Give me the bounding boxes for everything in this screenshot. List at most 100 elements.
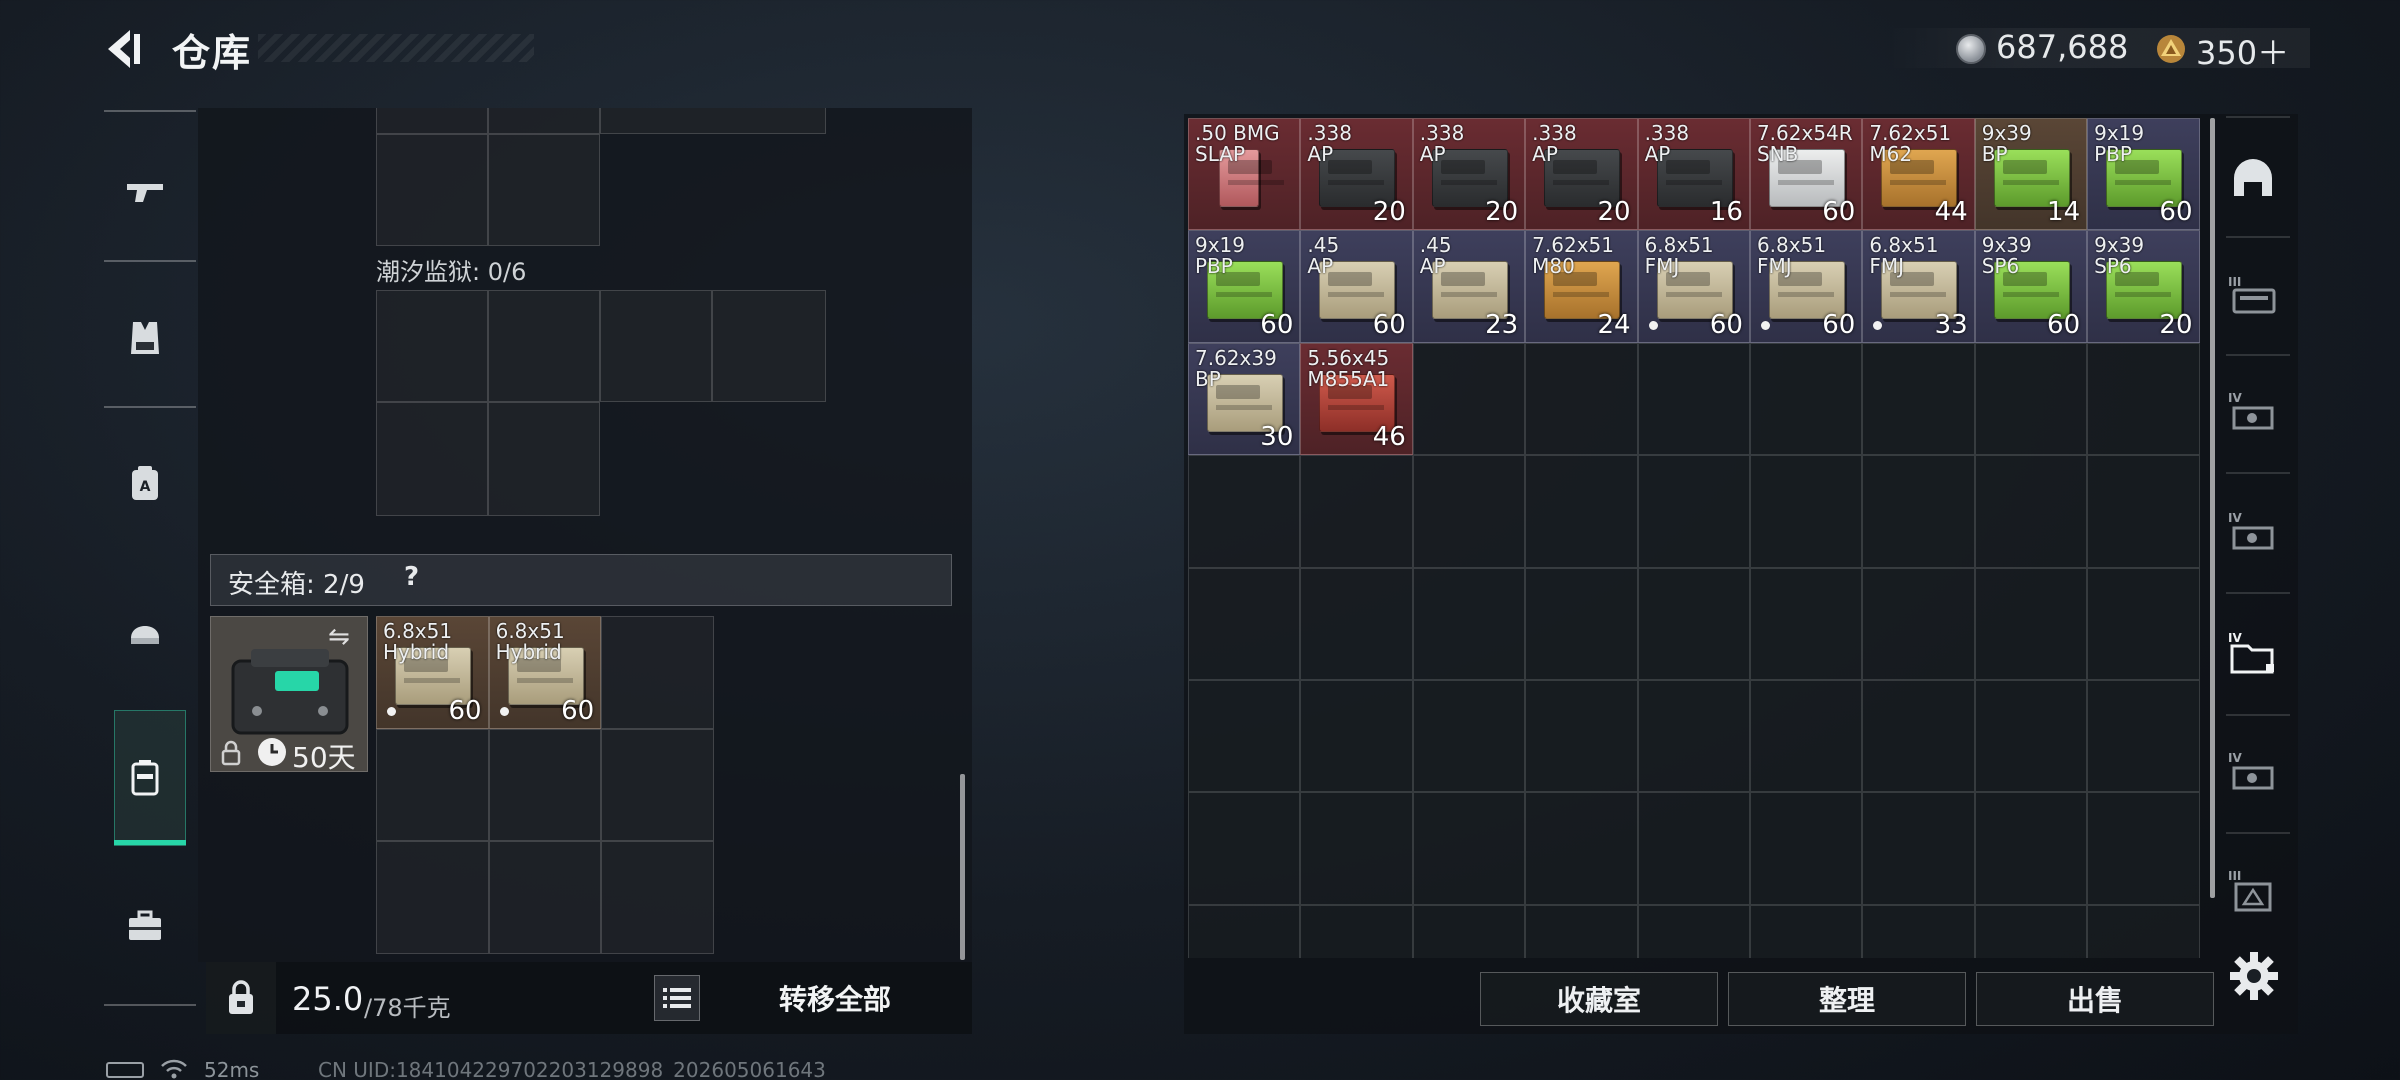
grid-cell[interactable] bbox=[1862, 342, 1975, 456]
sell-button[interactable]: 出售 bbox=[1976, 972, 2214, 1026]
grid-cell[interactable] bbox=[1974, 567, 2088, 680]
grid-cell[interactable] bbox=[1300, 679, 1413, 793]
grid-cell[interactable] bbox=[1412, 342, 1526, 456]
inventory-item[interactable]: 7.62x39 BP 30 bbox=[1188, 342, 1301, 456]
inventory-item[interactable]: 6.8x51 FMJ 60 bbox=[1749, 230, 1863, 343]
inventory-item[interactable]: .338 AP 20 bbox=[1300, 118, 1413, 231]
inventory-item[interactable]: .50 BMG SLAP bbox=[1188, 118, 1301, 231]
scrollbar[interactable] bbox=[960, 774, 965, 960]
sidebar-item-armor[interactable]: III bbox=[2222, 862, 2284, 924]
inventory-item[interactable]: 7.62x51 M62 44 bbox=[1862, 118, 1975, 231]
sidebar-item-weapon-1[interactable]: IV bbox=[2222, 384, 2284, 446]
grid-cell[interactable] bbox=[1300, 792, 1413, 905]
grid-cell[interactable] bbox=[1188, 904, 1301, 958]
grid-cell[interactable] bbox=[488, 728, 602, 842]
grid-cell[interactable] bbox=[1974, 904, 2088, 958]
grid-cell[interactable] bbox=[488, 290, 600, 402]
grid-cell[interactable] bbox=[1637, 455, 1750, 568]
grid-cell[interactable] bbox=[1974, 792, 2088, 905]
inventory-item[interactable]: 9x39 SP6 60 bbox=[1974, 230, 2088, 343]
nav-item-weapons[interactable] bbox=[104, 122, 186, 262]
grid-cell[interactable] bbox=[1974, 342, 2088, 456]
sidebar-item-rig[interactable]: III bbox=[2222, 268, 2284, 330]
swap-icon[interactable]: ⇋ bbox=[328, 622, 350, 652]
grid-cell[interactable] bbox=[1188, 679, 1301, 793]
nav-item-helmet[interactable] bbox=[104, 560, 186, 700]
organize-button[interactable]: 整理 bbox=[1728, 972, 1966, 1026]
grid-cell[interactable] bbox=[1637, 792, 1750, 905]
inventory-item[interactable]: 6.8x51 Hybrid 60 bbox=[488, 616, 602, 729]
inventory-item[interactable]: .338 AP 20 bbox=[1412, 118, 1526, 231]
inventory-item[interactable]: 5.56x45 M855A1 46 bbox=[1300, 342, 1413, 456]
grid-cell[interactable] bbox=[1525, 567, 1638, 680]
grid-cell[interactable] bbox=[2087, 342, 2200, 456]
grid-cell[interactable] bbox=[1525, 455, 1638, 568]
grid-cell[interactable] bbox=[1412, 792, 1526, 905]
inventory-item[interactable]: 9x39 SP6 20 bbox=[2087, 230, 2200, 343]
collection-room-button[interactable]: 收藏室 bbox=[1480, 972, 1718, 1026]
grid-cell[interactable] bbox=[1862, 904, 1975, 958]
grid-cell[interactable] bbox=[1862, 679, 1975, 793]
grid-cell[interactable] bbox=[1525, 792, 1638, 905]
help-icon[interactable]: ? bbox=[404, 562, 419, 592]
grid-cell[interactable] bbox=[1188, 455, 1301, 568]
grid-cell[interactable] bbox=[488, 402, 600, 516]
grid-cell[interactable] bbox=[1525, 342, 1638, 456]
grid-cell[interactable] bbox=[1862, 567, 1975, 680]
grid-cell[interactable] bbox=[1862, 455, 1975, 568]
inventory-item[interactable]: 9x19 PBP 60 bbox=[1188, 230, 1301, 343]
grid-cell[interactable] bbox=[1412, 567, 1526, 680]
grid-cell[interactable] bbox=[2087, 904, 2200, 958]
premium-balance[interactable]: 350＋ bbox=[2196, 28, 2289, 74]
grid-cell[interactable] bbox=[1974, 455, 2088, 568]
grid-cell[interactable] bbox=[2087, 792, 2200, 905]
inventory-item[interactable]: .45 AP 23 bbox=[1412, 230, 1526, 343]
sidebar-item-weapon-2[interactable]: IV bbox=[2222, 504, 2284, 566]
sidebar-item-weapon-3[interactable]: IV bbox=[2222, 744, 2284, 806]
grid-cell[interactable] bbox=[2087, 567, 2200, 680]
grid-cell[interactable] bbox=[1188, 567, 1301, 680]
inventory-item[interactable]: .338 AP 16 bbox=[1637, 118, 1750, 231]
weight-lock-button[interactable] bbox=[206, 962, 276, 1034]
grid-cell[interactable] bbox=[601, 728, 714, 842]
grid-cell[interactable] bbox=[488, 108, 600, 134]
inventory-item[interactable]: 7.62x51 M80 24 bbox=[1525, 230, 1638, 343]
grid-cell[interactable] bbox=[376, 841, 489, 954]
transfer-all-button[interactable]: 转移全部 bbox=[712, 966, 958, 1030]
grid-cell[interactable] bbox=[1637, 567, 1750, 680]
grid-cell[interactable] bbox=[1749, 455, 1863, 568]
grid-cell[interactable] bbox=[1525, 679, 1638, 793]
grid-cell[interactable] bbox=[1300, 455, 1413, 568]
list-view-button[interactable] bbox=[654, 975, 700, 1021]
nav-item-toolbox[interactable] bbox=[104, 856, 186, 996]
inventory-item[interactable]: .45 AP 60 bbox=[1300, 230, 1413, 343]
grid-cell[interactable] bbox=[488, 841, 602, 954]
grid-cell[interactable] bbox=[1525, 904, 1638, 958]
grid-cell[interactable] bbox=[1749, 567, 1863, 680]
grid-cell[interactable] bbox=[376, 134, 488, 246]
inventory-item[interactable]: .338 AP 20 bbox=[1525, 118, 1638, 231]
inventory-item[interactable]: 6.8x51 FMJ 60 bbox=[1637, 230, 1750, 343]
grid-cell[interactable] bbox=[1862, 792, 1975, 905]
grid-cell[interactable] bbox=[2087, 455, 2200, 568]
grid-cell[interactable] bbox=[1412, 679, 1526, 793]
inventory-item[interactable]: 6.8x51 Hybrid 60 bbox=[376, 616, 489, 729]
grid-cell[interactable] bbox=[712, 290, 826, 402]
inventory-item[interactable]: 7.62x54R SNB 60 bbox=[1749, 118, 1863, 231]
grid-cell[interactable] bbox=[1637, 679, 1750, 793]
grid-cell[interactable] bbox=[601, 841, 714, 954]
grid-cell[interactable] bbox=[1749, 792, 1863, 905]
grid-cell[interactable] bbox=[600, 290, 712, 402]
grid-cell[interactable] bbox=[1974, 679, 2088, 793]
grid-cell[interactable] bbox=[376, 402, 488, 516]
grid-cell[interactable] bbox=[601, 616, 714, 729]
inventory-item[interactable]: 6.8x51 FMJ 33 bbox=[1862, 230, 1975, 343]
storage-scrollbar[interactable] bbox=[2210, 118, 2215, 898]
grid-cell[interactable] bbox=[1749, 342, 1863, 456]
settings-gear-icon[interactable] bbox=[2228, 950, 2280, 1002]
sidebar-item-folder[interactable]: IV bbox=[2222, 624, 2284, 686]
grid-cell[interactable] bbox=[1412, 904, 1526, 958]
grid-cell[interactable] bbox=[376, 108, 488, 134]
grid-cell[interactable] bbox=[488, 134, 600, 246]
back-arrow-icon[interactable] bbox=[100, 26, 146, 72]
